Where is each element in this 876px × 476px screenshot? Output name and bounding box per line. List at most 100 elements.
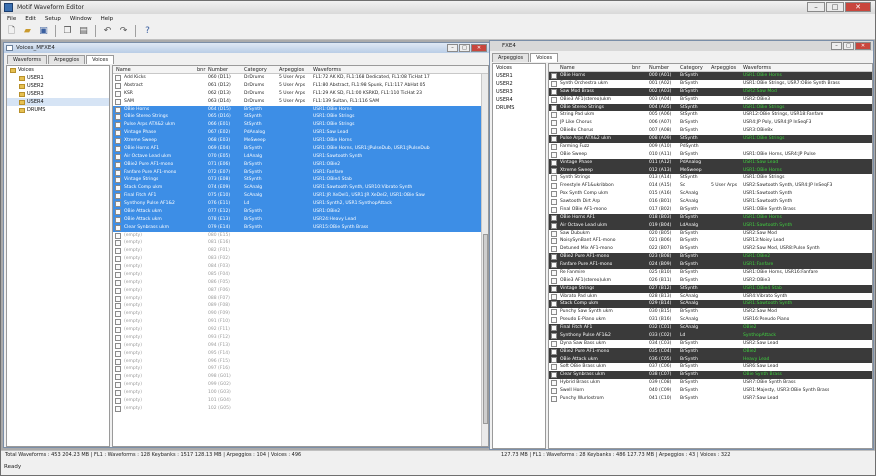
col-arpeggios[interactable]: Arpeggios <box>711 64 736 72</box>
list-item[interactable]: (empty) 082 (F01) <box>113 247 488 255</box>
col-category[interactable]: Category <box>680 64 703 72</box>
list-item[interactable]: Farming Fuzz 009 (A10) PdSynth <box>549 143 872 151</box>
menu-help[interactable]: Help <box>101 16 114 22</box>
list-item[interactable]: Soft OBie Brass ukm 037 (C06) BrSynth USR6:… <box>549 363 872 371</box>
tab-voices[interactable]: Voices <box>86 55 115 64</box>
list-item[interactable]: OBie Stereo Strings 004 (A05) StSynth USR1:… <box>549 103 872 112</box>
list-item[interactable]: OBie Horns AF1 069 (E04) BrSynth USR1:OBie … <box>113 144 488 153</box>
help-icon[interactable]: ? <box>141 25 154 38</box>
list-item[interactable]: (empty) 100 (G03) <box>113 389 488 397</box>
window2-tab-arpeggios[interactable]: Arpeggios <box>492 53 530 62</box>
tree-item-voices[interactable]: Voices <box>7 66 109 74</box>
list-item[interactable]: OBie2 Pure AF1-mono 071 (E06) BrSynth USR1:… <box>113 160 488 169</box>
list-item[interactable]: Synthony Pulse AF1&2 033 (C02) Ld SynthopAt… <box>549 331 872 340</box>
window2-minimize-button[interactable]: – <box>831 42 842 50</box>
tree-item-user3[interactable]: USER3 <box>7 90 109 98</box>
list-item[interactable]: (empty) 098 (G01) <box>113 373 488 381</box>
list-item[interactable]: (empty) 092 (F11) <box>113 326 488 334</box>
window1-close-button[interactable]: ✕ <box>471 44 487 52</box>
list-item[interactable]: Saw Dubukm 020 (B05) BrSynth USR2:Saw Mod <box>549 230 872 238</box>
col-name[interactable]: Name <box>116 66 131 74</box>
list-item[interactable]: (empty) 095 (F14) <box>113 350 488 358</box>
list-item[interactable]: Hybrid Brass ukm 039 (C08) BrSynth USR7:OBi… <box>549 379 872 387</box>
list-item[interactable]: (empty) 084 (F03) <box>113 263 488 271</box>
list-item[interactable]: (empty) 086 (F05) <box>113 279 488 287</box>
list-item[interactable]: (empty) 089 (F08) <box>113 302 488 310</box>
window2-voice-list[interactable]: Name bnr Number Category Arpeggios Wavef… <box>548 63 873 449</box>
list-item[interactable]: Xtreme Sweep 068 (E03) MeSweep USR1:OBie Ho… <box>113 137 488 145</box>
list-item[interactable]: Synth Orchestra ukm 001 (A02) BrSynth USR1:… <box>549 80 872 88</box>
redo-icon[interactable]: ↷ <box>117 25 130 38</box>
voice-list-scrollbar[interactable] <box>481 74 488 446</box>
list-item[interactable]: (empty) 088 (F07) <box>113 295 488 303</box>
list-item[interactable]: OBie2 Pure AF1-mono 023 (B08) BrSynth USR1:… <box>549 253 872 261</box>
list-item[interactable]: (empty) 090 (F09) <box>113 310 488 318</box>
open-icon[interactable]: ▰ <box>21 25 34 38</box>
list-item[interactable]: (empty) 101 (G04) <box>113 397 488 405</box>
menu-edit[interactable]: Edit <box>25 16 36 22</box>
list-item[interactable]: Pox Synth Comp ukm 015 (A16) ScAnalg USR1:S… <box>549 190 872 198</box>
list-item[interactable]: Stack Comp ukm 074 (E09) ScAnalg USR1:Sawto… <box>113 184 488 193</box>
list-item[interactable]: Pulse Arps ATX&2 ukm 066 (E01) StSynth USR1… <box>113 121 488 130</box>
list-item[interactable]: (empty) 102 (G05) <box>113 405 488 413</box>
list-item[interactable]: (empty) 083 (F02) <box>113 255 488 263</box>
close-button[interactable]: ✕ <box>845 2 871 12</box>
list-item[interactable]: SAM 063 (D14) DrDrums 5 User Arps FL1:139 Su… <box>113 98 488 106</box>
menu-window[interactable]: Window <box>70 16 92 22</box>
tree-item[interactable]: DRUMS <box>493 104 545 112</box>
list-item[interactable]: (empty) 093 (F12) <box>113 334 488 342</box>
list-item[interactable]: Clear Synbrass ukm 079 (E14) BrSynth USR15:… <box>113 223 488 232</box>
save-icon[interactable]: ▣ <box>37 25 50 38</box>
list-item[interactable]: (empty) 094 (F13) <box>113 342 488 350</box>
menu-file[interactable]: File <box>7 16 16 22</box>
list-item[interactable]: Punchy Wurlostrom 041 (C10) BrSynth USR7:Sa… <box>549 395 872 403</box>
list-item[interactable]: Vintage Phase 067 (E02) PdAnalog USR1:Saw L… <box>113 129 488 137</box>
tab-arpeggios[interactable]: Arpeggios <box>48 55 86 64</box>
list-item[interactable]: (empty) 096 (F15) <box>113 358 488 366</box>
list-item[interactable]: Synthony Pulse AF1&2 076 (E11) Ld USR1:Synt… <box>113 200 488 208</box>
copy-icon[interactable]: ❐ <box>61 25 74 38</box>
list-item[interactable]: OBie Attack ukm 036 (C05) BrSynth Heavy Lea… <box>549 355 872 364</box>
tree-item-user2[interactable]: USER2 <box>7 82 109 90</box>
list-item[interactable]: OBie Sweep 010 (A11) BrSynth USR1:OBie Horn… <box>549 151 872 159</box>
col-bnr[interactable]: bnr <box>632 64 640 72</box>
list-item[interactable]: Final OBie AF1-mono 017 (B02) BrSynth USR1:… <box>549 206 872 214</box>
menu-setup[interactable]: Setup <box>45 16 61 22</box>
list-item[interactable]: (empty) 099 (G02) <box>113 381 488 389</box>
list-item[interactable]: Pulse Arps ATX&2 ukm 008 (A09) StSynth USR1… <box>549 135 872 143</box>
list-item[interactable]: OBie3 AF1(stereo)ukm 026 (B11) BrSynth USR2… <box>549 277 872 285</box>
list-item[interactable]: Saw Mod Brass 002 (A03) BrSynth USR2:Saw Mo… <box>549 87 872 96</box>
list-item[interactable]: (empty) 087 (F06) <box>113 287 488 295</box>
list-item[interactable]: OBie Stereo Strings 065 (D16) StSynth USR1:… <box>113 113 488 122</box>
list-item[interactable]: Re Fanmire 025 (B10) BrSynth USR1:OBie Horn… <box>549 269 872 277</box>
col-number[interactable]: Number <box>649 64 669 72</box>
list-item[interactable]: Vibrato Pad ukm 028 (B13) ScAnalg USR4:Vibr… <box>549 293 872 301</box>
list-item[interactable]: Freestyle AF1&ukribbon 014 (A15) Sc 5 User … <box>549 182 872 190</box>
list-item[interactable]: Fanfare Pure AF1-mono 024 (B09) BrSynth USR… <box>549 261 872 269</box>
list-item[interactable]: OBie Horns 064 (D15) BrSynth USR1:OBie Horn… <box>113 105 488 114</box>
tree-item-drums[interactable]: DRUMS <box>7 106 109 114</box>
list-item[interactable]: Sawtooth Dirt Arp 016 (B01) ScAnalg USR1:Sa… <box>549 198 872 206</box>
tree-item[interactable]: USER2 <box>493 80 545 88</box>
minimize-button[interactable]: – <box>807 2 825 12</box>
undo-icon[interactable]: ↶ <box>101 25 114 38</box>
window2-close-button[interactable]: ✕ <box>855 42 871 50</box>
list-item[interactable]: (empty) 081 (E16) <box>113 239 488 247</box>
list-item[interactable]: NoisySynBant AF1-mono 021 (B06) BrSynth USR… <box>549 237 872 245</box>
list-item[interactable]: JP Like Chorus 006 (A07) BrSynth USR4:JP Po… <box>549 119 872 127</box>
list-item[interactable]: Detuned Mix AF1-mono 022 (B07) BrSynth USR2… <box>549 245 872 253</box>
tree-item[interactable]: USER4 <box>493 96 545 104</box>
list-item[interactable]: Vintage Strings 027 (B12) StSynth USR1:OBie… <box>549 284 872 293</box>
window2-maximize-button[interactable]: □ <box>843 42 854 50</box>
maximize-button[interactable]: □ <box>826 2 844 12</box>
list-item[interactable]: Pseudo E-Piano ukm 031 (B16) ScAnalg USR16:… <box>549 316 872 324</box>
list-item[interactable]: Vintage Phase 011 (A12) PdAnalog USR1:Saw L… <box>549 158 872 167</box>
paste-icon[interactable]: ▤ <box>77 25 90 38</box>
list-item[interactable]: OBie2 Pure AF1-mono 035 (C04) BrSynth OBie2 <box>549 347 872 356</box>
list-item[interactable]: Abstract 061 (D12) DrDrums 5 User Arps FL1:8… <box>113 82 488 90</box>
list-item[interactable]: Vintage Strings 073 (E08) StSynth USR1:OBie… <box>113 176 488 185</box>
col-name[interactable]: Name <box>560 64 575 72</box>
list-item[interactable]: (empty) 091 (F10) <box>113 318 488 326</box>
tab-waveforms[interactable]: Waveforms <box>7 55 47 64</box>
tree-item[interactable]: Voices <box>493 64 545 72</box>
